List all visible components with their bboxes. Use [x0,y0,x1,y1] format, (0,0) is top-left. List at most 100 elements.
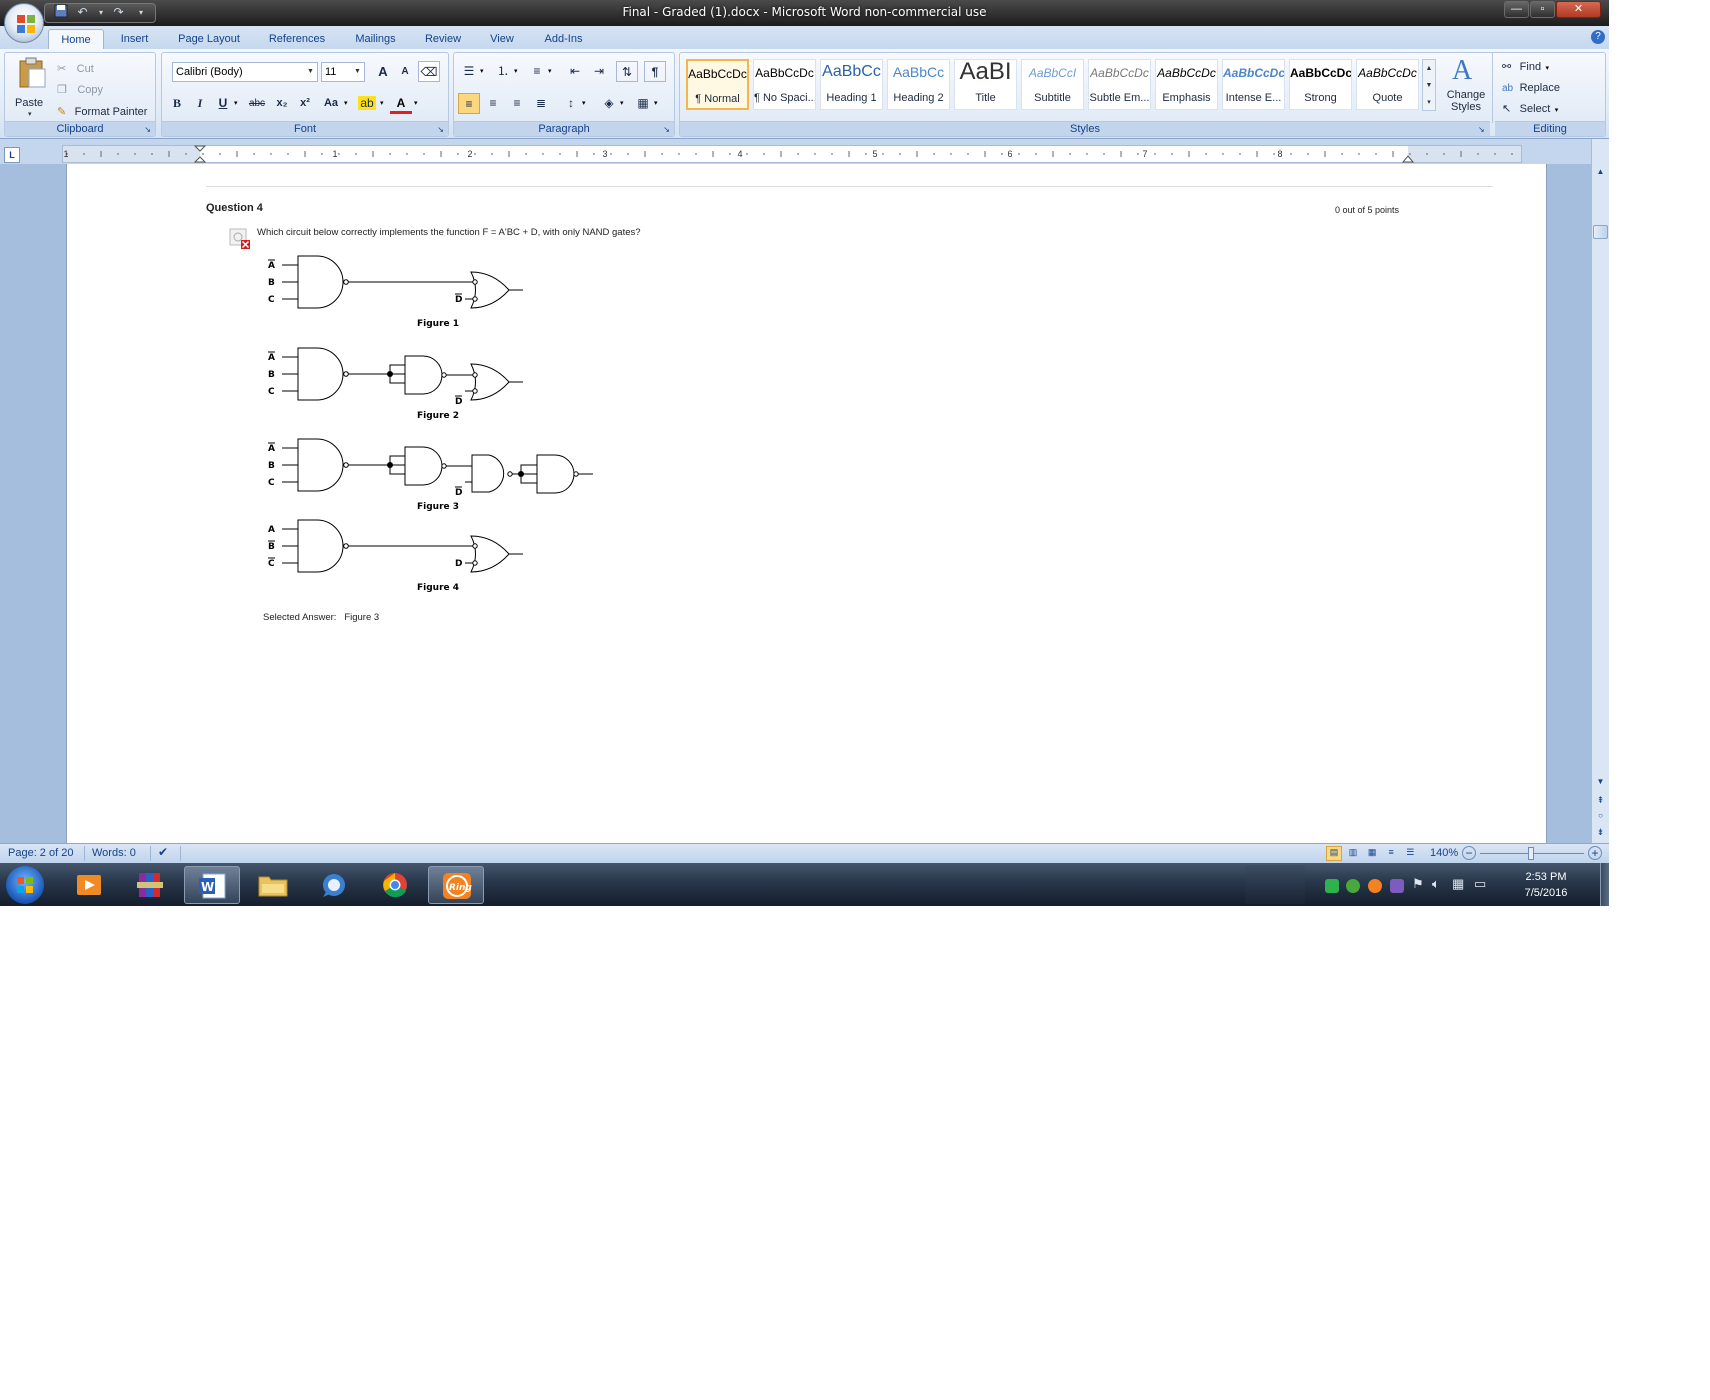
align-center-icon[interactable]: ≡ [482,93,504,114]
style-strong[interactable]: AaBbCcDc Strong [1289,59,1352,110]
previous-page-icon[interactable]: ⇞ [1593,793,1608,807]
borders-dropdown-icon[interactable]: ▾ [654,99,658,107]
horizontal-ruler[interactable]: 1 1 2 3 4 5 6 7 8 [62,145,1522,163]
tab-selector-icon[interactable]: L [4,147,20,163]
superscript-button[interactable]: x² [294,93,316,114]
minimize-button[interactable]: — [1504,1,1529,18]
style-no-spacing[interactable]: AaBbCcDc ¶ No Spaci... [753,59,816,110]
taskbar-ring[interactable]: Ring [428,866,484,904]
replace-button[interactable]: ab Replace [1502,78,1602,96]
vertical-scrollbar[interactable]: ▲ ▼ ⇞ ○ ⇟ [1591,139,1609,843]
browse-object-icon[interactable]: ○ [1593,809,1608,823]
web-layout-icon[interactable]: ▦ [1364,847,1380,858]
show-desktop-button[interactable] [1600,863,1609,906]
styles-down-icon[interactable]: ▼ [1423,77,1435,94]
style-title[interactable]: AaBI Title [954,58,1017,110]
underline-dropdown-icon[interactable]: ▾ [234,99,238,107]
outline-icon[interactable]: ≡ [1383,847,1399,857]
network-icon[interactable]: ▦ [1452,876,1464,892]
styles-launcher-icon[interactable]: ↘ [1478,125,1485,134]
tray-ring-icon[interactable] [1368,879,1382,893]
strikethrough-button[interactable]: abc [246,93,268,114]
scroll-down-icon[interactable]: ▼ [1593,775,1608,789]
tray-sync-icon[interactable] [1325,879,1339,893]
clipboard-launcher-icon[interactable]: ↘ [144,125,151,134]
document-page[interactable]: Question 4 0 out of 5 points Which circu… [66,164,1547,843]
tray-app-icon[interactable] [1390,879,1404,893]
paste-dropdown-icon[interactable]: ▾ [28,110,32,118]
line-spacing-icon[interactable]: ↕ [560,93,582,114]
grow-font-button[interactable]: A [372,61,394,82]
zoom-level[interactable]: 140% [1430,847,1458,859]
volume-icon[interactable]: 🔈︎ [1432,876,1440,892]
styles-scroll[interactable]: ▲ ▼ ▾ [1422,59,1436,111]
style-heading-2[interactable]: AaBbCc Heading 2 [887,59,950,110]
select-button[interactable]: ↖ Select ▾ [1502,99,1602,117]
zoom-out-icon[interactable]: − [1462,846,1476,860]
draft-icon[interactable]: ☰ [1402,847,1418,858]
multilevel-list-icon[interactable]: ≡ [526,61,548,82]
decrease-indent-icon[interactable]: ⇤ [564,61,586,82]
close-button[interactable]: ✕ [1556,1,1601,18]
select-dropdown-icon[interactable]: ▾ [1555,107,1559,114]
format-painter-button[interactable]: ✎ Format Painter [57,102,157,118]
power-icon[interactable]: ▭ [1474,876,1486,892]
copy-button[interactable]: ❐ Copy [57,80,147,96]
taskbar-word[interactable]: W [184,866,240,904]
styles-up-icon[interactable]: ▲ [1423,60,1435,77]
justify-icon[interactable]: ≣ [530,93,552,114]
full-screen-reading-icon[interactable]: ▥ [1345,847,1361,858]
find-button[interactable]: ⚯ Find ▾ [1502,57,1602,75]
change-case-button[interactable]: Aa [320,93,342,114]
print-layout-icon[interactable]: ▤ [1326,846,1342,861]
taskbar-explorer[interactable] [245,866,301,904]
font-color-icon[interactable]: A [390,93,412,114]
shrink-font-button[interactable]: A [394,61,416,82]
font-color-dropdown-icon[interactable]: ▾ [414,99,418,107]
shading-dropdown-icon[interactable]: ▾ [620,99,624,107]
tab-home[interactable]: Home [48,29,104,49]
next-page-icon[interactable]: ⇟ [1593,825,1608,839]
multilevel-dropdown-icon[interactable]: ▾ [548,67,552,75]
borders-icon[interactable]: ▦ [632,93,654,114]
paragraph-launcher-icon[interactable]: ↘ [663,125,670,134]
style-intense-emphasis[interactable]: AaBbCcDc Intense E... [1222,59,1285,110]
styles-more-icon[interactable]: ▾ [1423,94,1435,111]
help-icon[interactable]: ? [1591,30,1605,44]
clear-formatting-icon[interactable]: ⌫ [418,61,440,82]
tab-mailings[interactable]: Mailings [348,29,403,49]
align-right-icon[interactable]: ≡ [506,93,528,114]
bullets-icon[interactable]: ☰ [458,61,480,82]
clock-time[interactable]: 2:53 PM [1506,871,1586,883]
align-left-icon[interactable]: ≡ [458,93,480,114]
style-subtitle[interactable]: AaBbCcI Subtitle [1021,59,1084,110]
action-center-flag-icon[interactable]: ⚑ [1412,876,1424,892]
tab-references[interactable]: References [262,29,332,49]
taskbar-chrome[interactable] [367,866,423,904]
taskbar-messenger[interactable] [306,866,362,904]
italic-button[interactable]: I [189,93,211,114]
proofing-icon[interactable]: ✔ [158,845,168,859]
style-normal[interactable]: AaBbCcDc ¶ Normal [686,59,749,110]
scroll-thumb[interactable] [1593,225,1608,239]
change-case-dropdown-icon[interactable]: ▾ [344,99,348,107]
cut-button[interactable]: ✂ Cut [57,59,147,75]
clock-date[interactable]: 7/5/2016 [1506,887,1586,899]
find-dropdown-icon[interactable]: ▾ [1546,65,1550,72]
start-button[interactable] [6,866,44,904]
sort-icon[interactable]: ⇅ [616,61,638,82]
scroll-up-icon[interactable]: ▲ [1593,165,1608,179]
numbering-dropdown-icon[interactable]: ▾ [514,67,518,75]
office-button[interactable] [4,3,44,43]
highlight-dropdown-icon[interactable]: ▾ [380,99,384,107]
style-emphasis[interactable]: AaBbCcDc Emphasis [1155,59,1218,110]
right-indent-marker-icon[interactable] [1402,153,1414,163]
tab-review[interactable]: Review [418,29,468,49]
font-size-dropdown-icon[interactable]: ▼ [351,63,364,81]
tab-insert[interactable]: Insert [112,29,157,49]
bold-button[interactable]: B [166,93,188,114]
maximize-button[interactable]: ▫ [1530,1,1555,18]
zoom-slider-thumb[interactable] [1528,847,1534,860]
style-heading-1[interactable]: AaBbCc Heading 1 [820,59,883,110]
shading-icon[interactable]: ◈ [598,93,620,114]
